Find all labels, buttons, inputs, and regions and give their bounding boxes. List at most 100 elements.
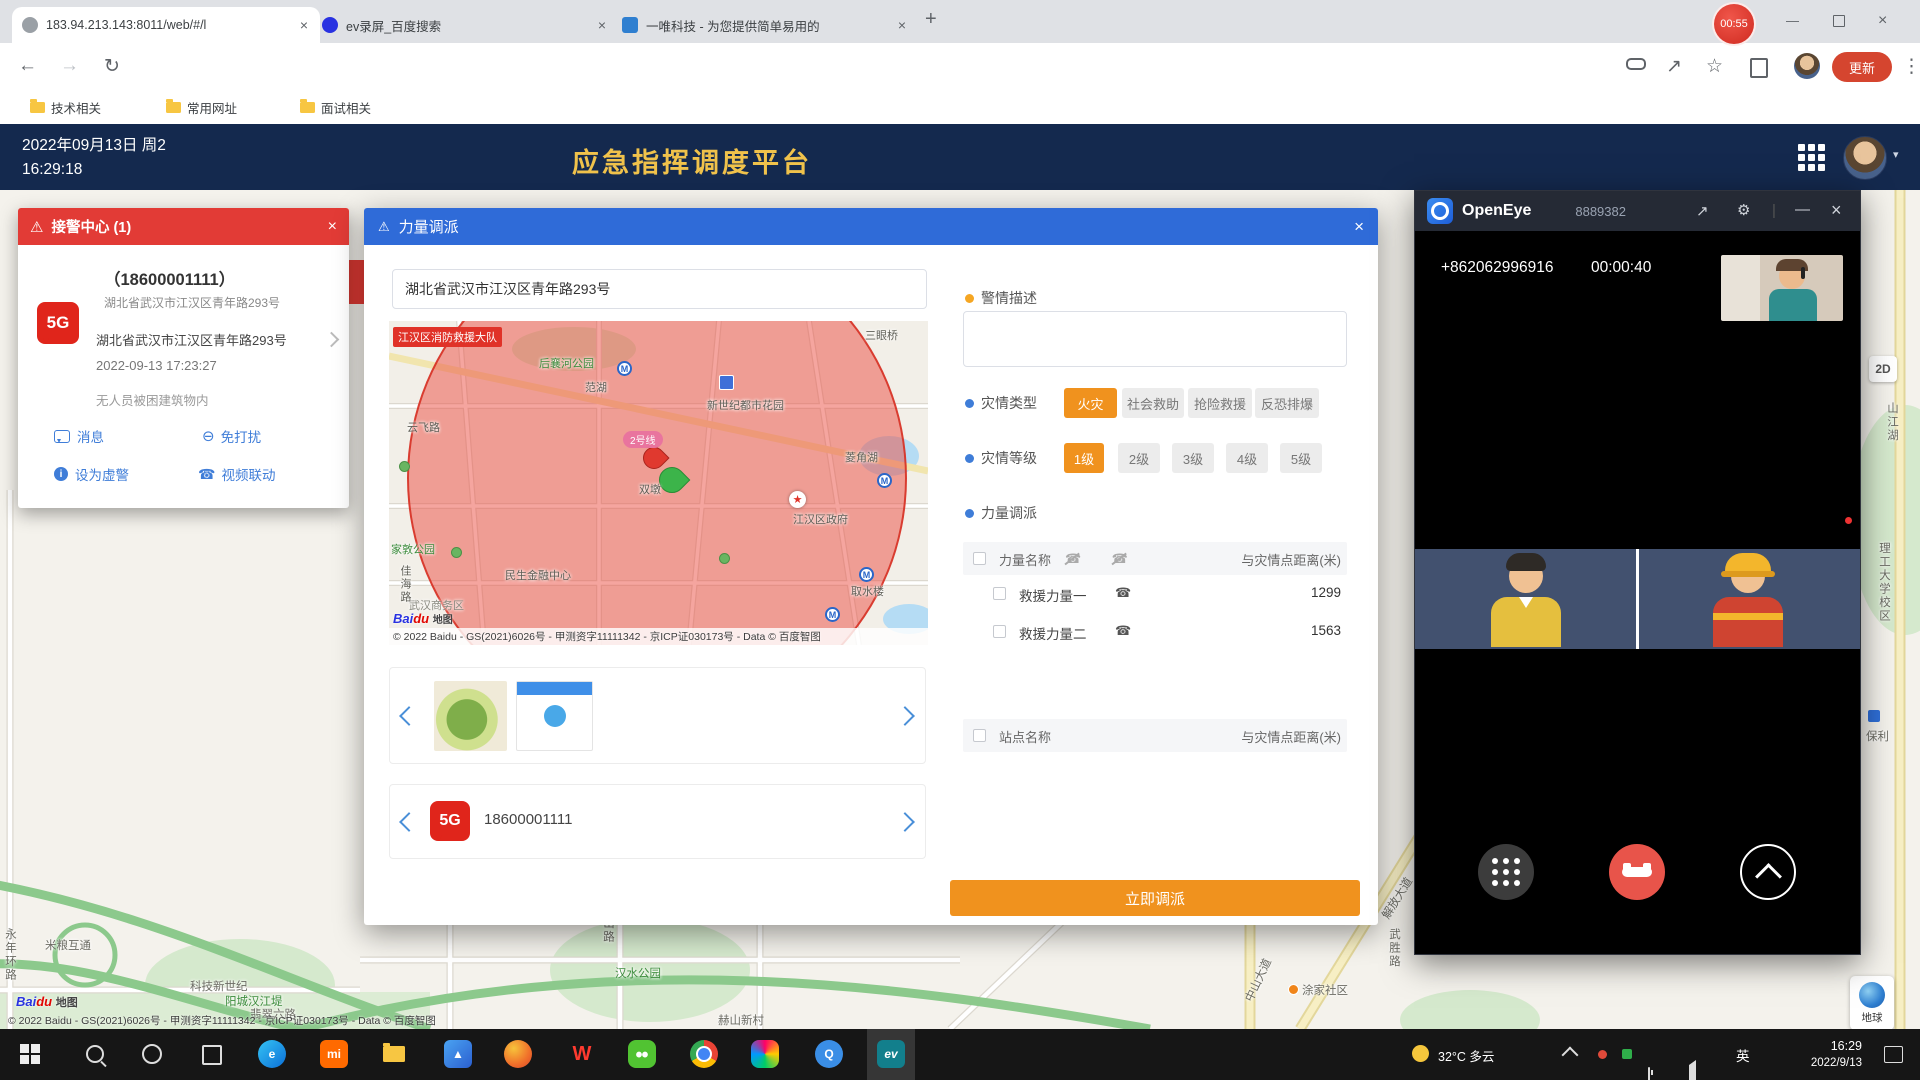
taskbar-app-photos[interactable]: ▲ <box>434 1029 482 1080</box>
dispatch-now-button[interactable]: 立即调派 <box>950 880 1360 916</box>
dialpad-button[interactable] <box>1478 844 1534 900</box>
window-maximize-button[interactable] <box>1833 15 1845 27</box>
action-message[interactable]: 消息 <box>54 426 104 446</box>
cortana-icon[interactable] <box>142 1044 162 1064</box>
task-view-icon[interactable] <box>202 1045 222 1065</box>
hangup-button[interactable] <box>1609 844 1665 900</box>
tray-chevron-up-icon[interactable] <box>1562 1047 1579 1064</box>
forward-icon[interactable]: → <box>60 55 79 77</box>
speaker-icon[interactable] <box>1684 1060 1696 1080</box>
taskbar-app-wps[interactable]: W <box>558 1029 606 1080</box>
close-icon[interactable]: × <box>1831 200 1842 221</box>
export-icon[interactable]: ↗ <box>1696 202 1709 220</box>
select-all-checkbox[interactable] <box>973 729 986 742</box>
force-checkbox[interactable] <box>993 625 1006 638</box>
type-option-rescue[interactable]: 抢险救援 <box>1188 388 1252 418</box>
call-all-icon[interactable]: ☎ <box>1065 551 1081 566</box>
description-textarea[interactable] <box>963 311 1347 367</box>
taskbar-app-edge[interactable]: e <box>248 1029 296 1080</box>
media-thumbnail-photo[interactable] <box>434 681 507 751</box>
action-do-not-disturb[interactable]: ⊖ 免打扰 <box>202 426 261 446</box>
level-option-5[interactable]: 5级 <box>1280 443 1322 473</box>
type-option-antiterror[interactable]: 反恐排爆 <box>1255 388 1319 418</box>
carousel-next-icon[interactable] <box>895 812 915 832</box>
battery-icon[interactable] <box>1648 1067 1650 1080</box>
carousel-prev-icon[interactable] <box>399 706 419 726</box>
firefighter-avatar[interactable] <box>1703 551 1793 647</box>
bookmark-tech[interactable]: 技术相关 <box>30 98 101 117</box>
screen-recorder-timer[interactable]: 00:55 <box>1712 2 1756 46</box>
taskbar-app-ev-recorder-active[interactable]: ev <box>867 1029 915 1080</box>
type-option-social[interactable]: 社会救助 <box>1122 388 1184 418</box>
taskbar-app-chrome[interactable] <box>680 1029 728 1080</box>
carousel-prev-icon[interactable] <box>399 812 419 832</box>
phone-icon[interactable]: ☎ <box>1115 585 1131 601</box>
tab-close-icon[interactable]: × <box>896 17 908 33</box>
taskbar-app-mi[interactable]: mi <box>310 1029 358 1080</box>
user-avatar[interactable] <box>1843 136 1887 180</box>
map-2d-button[interactable]: 2D <box>1869 356 1897 382</box>
taskbar-app-wechat[interactable]: ⦁⦁ <box>618 1029 666 1080</box>
chevron-down-icon[interactable]: ▾ <box>1893 148 1899 161</box>
tab-close-icon[interactable]: × <box>298 17 310 33</box>
force-checkbox[interactable] <box>993 587 1006 600</box>
carousel-next-icon[interactable] <box>895 706 915 726</box>
ime-indicator[interactable]: 英 <box>1736 1045 1750 1065</box>
media-thumbnail-video[interactable] <box>516 681 593 751</box>
profile-avatar[interactable] <box>1794 53 1820 79</box>
address-input[interactable]: 湖北省武汉市江汉区青年路293号 <box>392 269 927 309</box>
type-option-fire[interactable]: 火灾 <box>1064 388 1117 418</box>
apps-grid-icon[interactable] <box>1798 144 1825 171</box>
level-option-3[interactable]: 3级 <box>1172 443 1214 473</box>
tab-close-icon[interactable]: × <box>596 17 608 33</box>
force-row[interactable]: 救援力量一 ☎ 1299 <box>963 575 1347 613</box>
bookmark-interview[interactable]: 面试相关 <box>300 98 371 117</box>
close-icon[interactable]: × <box>1354 217 1364 237</box>
level-option-1[interactable]: 1级 <box>1064 443 1104 473</box>
modal-map[interactable]: M M M M ★ 江汉区消防救援大队 后襄河公园 范湖 新世纪都市花园 云飞路… <box>389 321 928 645</box>
select-all-checkbox[interactable] <box>973 552 986 565</box>
chevron-right-icon[interactable] <box>324 332 340 348</box>
caller-number[interactable]: （18600001111） <box>104 266 235 290</box>
taskbar-search-icon[interactable] <box>86 1045 104 1063</box>
expand-button[interactable] <box>1740 844 1796 900</box>
level-option-2[interactable]: 2级 <box>1118 443 1160 473</box>
taskbar-app-explorer[interactable] <box>370 1029 418 1080</box>
hangup-all-icon[interactable]: ☎ <box>1112 551 1128 566</box>
action-mark-false-alarm[interactable]: i 设为虚警 <box>54 464 129 484</box>
chrome-update-button[interactable]: 更新 <box>1832 52 1892 82</box>
weather-text[interactable]: 32°C 多云 <box>1438 1046 1494 1065</box>
key-icon[interactable] <box>1626 58 1646 70</box>
action-video-link[interactable]: ☎ 视频联动 <box>198 464 275 484</box>
force-row[interactable]: 救援力量二 ☎ 1563 <box>963 613 1347 651</box>
participant-avatar[interactable] <box>1481 551 1571 647</box>
notification-center-icon[interactable] <box>1884 1046 1903 1063</box>
tab-fire-platform[interactable]: 183.94.213.143:8011/web/#/l × <box>12 7 320 43</box>
gear-icon[interactable]: ⚙ <box>1737 201 1750 219</box>
openeye-header[interactable]: OpenEye 8889382 ↗ ⚙ | — × <box>1415 191 1860 231</box>
window-close-button[interactable]: × <box>1878 12 1887 30</box>
taskbar-app-firefox[interactable] <box>494 1029 542 1080</box>
kebab-menu-icon[interactable]: ⋮ <box>1902 55 1920 78</box>
window-minimize-button[interactable]: — <box>1786 13 1799 28</box>
tab-ev-site[interactable]: 一唯科技 - 为您提供简单易用的 × <box>612 7 918 43</box>
event-address[interactable]: 湖北省武汉市江汉区青年路293号 <box>96 330 287 349</box>
tray-rec-icon[interactable] <box>1598 1050 1607 1059</box>
caller-phone[interactable]: 18600001111 <box>484 811 572 828</box>
side-panel-icon[interactable] <box>1750 58 1768 78</box>
taskbar-app-qq[interactable]: Q <box>805 1029 853 1080</box>
tray-clock[interactable]: 16:29 2022/9/13 <box>1776 1037 1862 1072</box>
tab-baidu-search[interactable]: ev录屏_百度搜索 × <box>312 7 618 43</box>
back-icon[interactable]: ← <box>18 55 37 77</box>
new-tab-button[interactable]: + <box>925 8 937 31</box>
share-icon[interactable]: ↗ <box>1666 55 1682 78</box>
tray-green-icon[interactable] <box>1622 1049 1632 1059</box>
taskbar-app-misc[interactable] <box>741 1029 789 1080</box>
remote-video-thumbnail[interactable] <box>1721 255 1843 321</box>
close-icon[interactable]: × <box>328 218 337 236</box>
bookmark-star-icon[interactable]: ☆ <box>1706 55 1723 78</box>
bookmark-common[interactable]: 常用网址 <box>166 98 237 117</box>
minimize-icon[interactable]: — <box>1795 201 1810 218</box>
level-option-4[interactable]: 4级 <box>1226 443 1268 473</box>
phone-icon[interactable]: ☎ <box>1115 623 1131 639</box>
